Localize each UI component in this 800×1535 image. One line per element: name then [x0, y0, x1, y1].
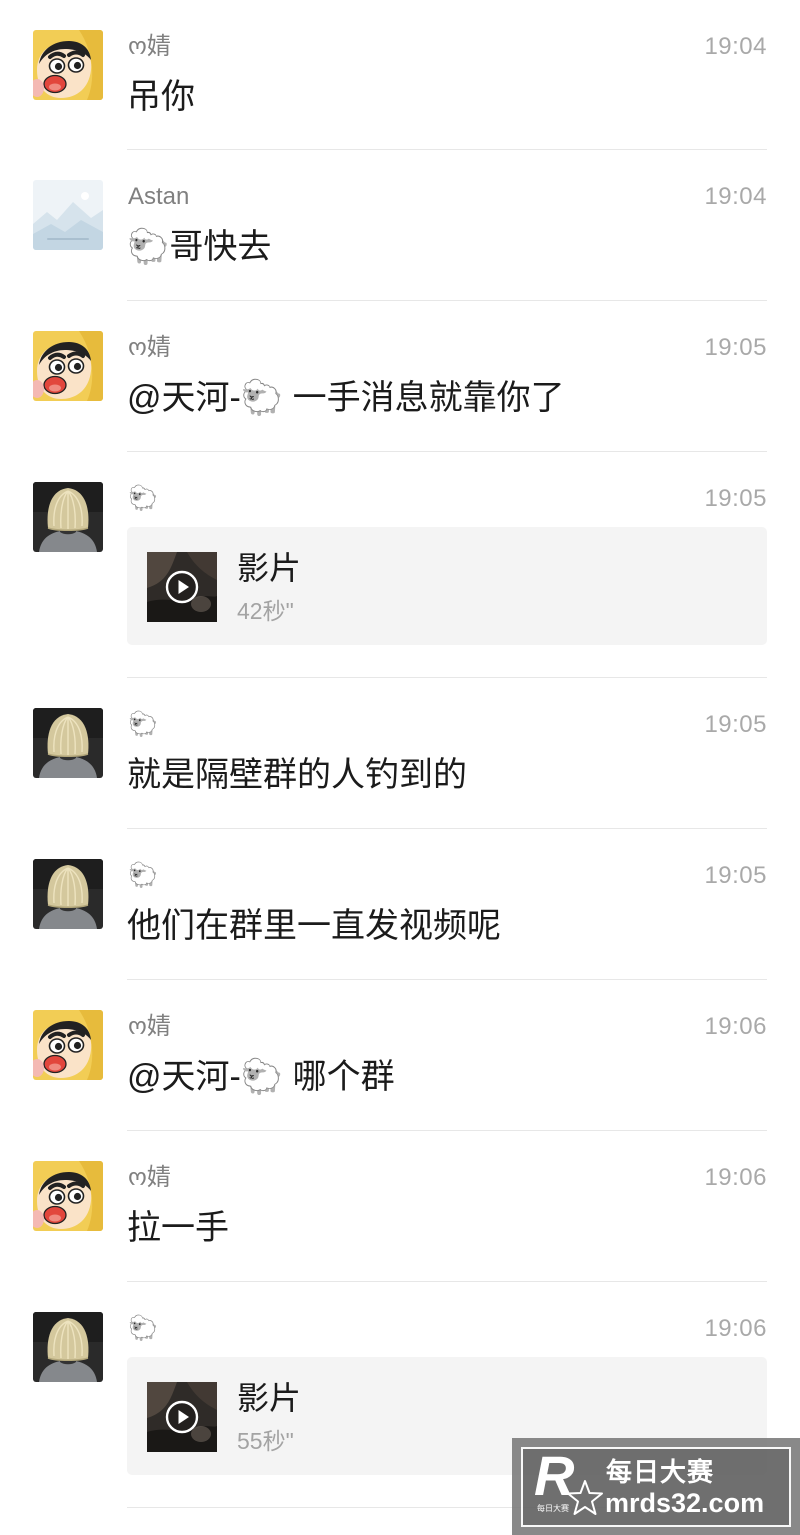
avatar-image	[33, 30, 103, 100]
watermark-title: 每日大赛	[606, 1457, 715, 1487]
star-icon	[567, 1480, 603, 1515]
message-text: @天河-🐑 哪个群	[127, 1058, 395, 1096]
message-time: 19:05	[704, 485, 767, 512]
message-time: 19:06	[704, 1013, 767, 1040]
avatar-image	[33, 859, 103, 929]
video-thumbnail	[147, 552, 217, 622]
avatar-image	[33, 482, 103, 552]
message-item: ო婧 19:06 拉一手	[0, 1131, 800, 1282]
sender-name: 🐑	[128, 485, 158, 512]
sender-avatar[interactable]	[33, 859, 103, 929]
sender-name: Astan	[128, 183, 190, 210]
message-time: 19:05	[704, 862, 767, 889]
video-title: 影片	[237, 1380, 302, 1416]
sender-avatar[interactable]	[33, 1010, 103, 1080]
message-time: 19:05	[704, 711, 767, 738]
message-time: 19:06	[704, 1315, 767, 1342]
sender-avatar[interactable]	[33, 708, 103, 778]
sender-avatar[interactable]	[33, 331, 103, 401]
logo-caption: 每日大赛	[537, 1504, 569, 1513]
video-thumbnail	[147, 1382, 217, 1452]
sender-name: ო婧	[128, 33, 171, 60]
message-item: ო婧 19:06 @天河-🐑 哪个群	[0, 980, 800, 1131]
message-text: 他们在群里一直发视频呢	[127, 907, 501, 945]
message-item: Astan 19:04 🐑哥快去	[0, 150, 800, 301]
sender-avatar[interactable]	[33, 180, 103, 250]
sender-avatar[interactable]	[33, 482, 103, 552]
avatar-image	[33, 708, 103, 778]
message-time: 19:06	[704, 1164, 767, 1191]
watermark-site: mrds32.com	[605, 1488, 765, 1518]
sender-avatar[interactable]	[33, 30, 103, 100]
message-text: 🐑哥快去	[127, 228, 272, 266]
message-item: 🐑 19:05 就是隔壁群的人钓到的	[0, 678, 800, 829]
watermark-logo: R 每日大赛	[512, 1438, 607, 1535]
avatar-image	[33, 1010, 103, 1080]
sender-name: ო婧	[128, 334, 171, 361]
message-item: 🐑 19:05 影片 42秒"	[0, 452, 800, 678]
message-item: ო婧 19:05 @天河-🐑 一手消息就靠你了	[0, 301, 800, 452]
message-item: ო婧 19:04 吊你	[0, 0, 800, 150]
sender-name: 🐑	[128, 862, 158, 889]
message-time: 19:04	[704, 183, 767, 210]
sender-avatar[interactable]	[33, 1312, 103, 1382]
avatar-image	[33, 1161, 103, 1231]
video-title: 影片	[237, 550, 302, 586]
message-text: 吊你	[127, 78, 195, 116]
message-text: 就是隔壁群的人钓到的	[127, 756, 467, 794]
sender-name: 🐑	[128, 1315, 158, 1342]
message-text: @天河-🐑 一手消息就靠你了	[127, 379, 565, 417]
avatar-image	[33, 180, 103, 250]
sender-name: ო婧	[128, 1164, 171, 1191]
video-card[interactable]: 影片 42秒"	[127, 527, 767, 645]
sender-name: ო婧	[128, 1013, 171, 1040]
avatar-image	[33, 331, 103, 401]
sender-name: 🐑	[128, 711, 158, 738]
chat-record-list: ო婧 19:04 吊你 Astan 19:04 🐑哥快去 ო婧 19:05 @天…	[0, 0, 800, 1508]
message-time: 19:04	[704, 33, 767, 60]
play-icon	[165, 570, 199, 604]
sender-avatar[interactable]	[33, 1161, 103, 1231]
video-duration: 42秒"	[237, 598, 294, 624]
message-item: 🐑 19:05 他们在群里一直发视频呢	[0, 829, 800, 980]
message-time: 19:05	[704, 334, 767, 361]
message-text: 拉一手	[127, 1209, 229, 1247]
watermark: R 每日大赛 每日大赛 mrds32.com	[512, 1438, 800, 1535]
play-icon	[165, 1400, 199, 1434]
avatar-image	[33, 1312, 103, 1382]
video-duration: 55秒"	[237, 1428, 294, 1454]
